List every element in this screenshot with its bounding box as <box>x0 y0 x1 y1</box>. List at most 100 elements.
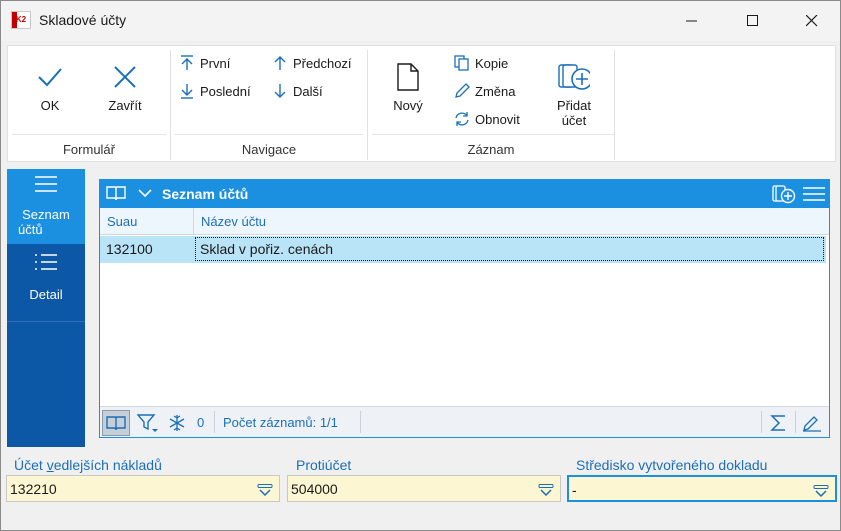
next-button[interactable]: Další <box>272 83 323 99</box>
group-label-navigace: Navigace <box>241 142 297 157</box>
refresh-button[interactable]: Obnovit <box>454 111 520 127</box>
close-label: Zavřít <box>108 98 142 113</box>
refresh-icon <box>454 111 470 127</box>
add-account-icon <box>558 60 590 94</box>
cell-suau: 132100 <box>106 241 153 257</box>
record-count: Počet záznamů: 1/1 <box>223 415 338 430</box>
filter-button[interactable] <box>136 410 160 436</box>
nav-label: Detail <box>29 287 63 302</box>
ok-button[interactable]: OK <box>28 60 72 113</box>
ribbon-group-navigace: První Poslední Předchozí Další Navigace <box>171 46 367 163</box>
footer-separator <box>360 411 361 433</box>
group-label-zaznam: Záznam <box>467 142 515 157</box>
next-label: Další <box>293 83 323 99</box>
label-part: Účet <box>14 457 47 473</box>
panel-title: Seznam účtů <box>162 186 249 202</box>
left-navigation: Seznam účtů Detail <box>7 169 85 447</box>
dropdown-icon[interactable] <box>813 484 829 500</box>
panel-header: Seznam účtů <box>100 180 829 208</box>
nav-item-account-list[interactable]: Seznam účtů <box>7 169 85 244</box>
ribbon-group-zaznam: Nový Kopie Změna Obnovit Přidat účet Záz… <box>368 46 614 163</box>
last-label: Poslední <box>200 83 251 99</box>
account-list-panel: Seznam účtů Suau Název účtu 132100 Sklad… <box>99 179 830 438</box>
first-button[interactable]: První <box>179 55 230 71</box>
label-part: edlejších nákladů <box>53 457 162 473</box>
first-label: První <box>200 55 231 71</box>
panel-footer: 0 Počet záznamů: 1/1 <box>100 406 829 437</box>
footer-separator <box>761 411 762 433</box>
maximize-icon <box>747 15 758 26</box>
arrow-down-icon <box>272 83 288 99</box>
label-accelerator: v <box>46 457 54 473</box>
group-label-formular: Formulář <box>62 142 115 157</box>
dropdown-icon[interactable] <box>257 483 273 499</box>
book-view-button[interactable] <box>102 410 130 436</box>
book-icon <box>106 416 126 431</box>
column-header-suau[interactable]: Suau <box>107 214 137 229</box>
copy-icon <box>454 55 470 71</box>
group-separator <box>614 50 615 160</box>
previous-label: Předchozí <box>293 55 352 71</box>
counter-account-value: 504000 <box>291 481 338 497</box>
grid-header: Suau Název účtu <box>100 208 829 235</box>
last-button[interactable]: Poslední <box>179 83 251 99</box>
minimize-button[interactable] <box>669 1 715 41</box>
nav-item-detail[interactable]: Detail <box>7 247 85 322</box>
ok-label: OK <box>40 98 60 113</box>
book-icon[interactable] <box>106 184 126 205</box>
group-divider <box>12 134 166 135</box>
secondary-costs-combo[interactable]: 132210 <box>6 475 280 502</box>
edit-button[interactable] <box>799 410 825 436</box>
ribbon-group-formular: OK Zavřít Formulář <box>8 46 170 163</box>
copy-button[interactable]: Kopie <box>454 55 508 71</box>
cell-account-name: Sklad v pořiz. cenách <box>195 237 824 261</box>
maximize-button[interactable] <box>730 1 776 41</box>
sum-button[interactable] <box>766 410 792 436</box>
new-label: Nový <box>393 98 423 113</box>
arrow-to-bottom-icon <box>179 83 195 99</box>
new-document-icon <box>392 60 424 94</box>
column-separator <box>193 236 194 263</box>
arrow-to-top-icon <box>179 55 195 71</box>
arrow-up-icon <box>272 55 288 71</box>
pencil-icon <box>803 416 821 432</box>
minimize-icon <box>686 20 697 22</box>
column-separator <box>193 208 194 235</box>
cost-center-label: Středisko vytvořeného dokladu <box>576 457 768 473</box>
change-label: Změna <box>475 83 516 99</box>
pencil-icon <box>454 83 470 99</box>
title-bar: K2 Skladové účty <box>1 1 840 41</box>
snowflake-button[interactable] <box>166 410 188 436</box>
window-title: Skladové účty <box>39 12 127 28</box>
checkmark-icon <box>34 60 66 94</box>
close-window-button[interactable] <box>789 1 835 41</box>
add-account-label-1: Přidat <box>557 98 591 113</box>
dropdown-icon[interactable] <box>538 483 554 499</box>
ribbon: OK Zavřít Formulář První Poslední Předch… <box>7 45 836 162</box>
add-account-button[interactable]: Přidat účet <box>548 60 600 128</box>
nav-label: účtů <box>18 222 43 237</box>
chevron-down-icon[interactable] <box>138 186 152 202</box>
previous-button[interactable]: Předchozí <box>272 55 352 71</box>
counter-account-combo[interactable]: 504000 <box>287 475 561 502</box>
change-button[interactable]: Změna <box>454 83 515 99</box>
hamburger-menu-icon[interactable] <box>802 184 826 207</box>
add-account-header-icon[interactable] <box>772 184 796 207</box>
window: K2 Skladové účty OK Zavřít Formulář Prvn… <box>0 0 841 531</box>
secondary-costs-label: Účet vedlejších nákladů <box>14 457 162 473</box>
filter-icon <box>137 414 158 432</box>
new-button[interactable]: Nový <box>386 60 430 113</box>
footer-separator <box>795 411 796 433</box>
close-button[interactable]: Zavřít <box>100 60 150 113</box>
app-logo-text: K2 <box>15 15 27 24</box>
secondary-costs-value: 132210 <box>10 481 57 497</box>
cost-center-value: - <box>572 482 577 498</box>
group-divider <box>175 134 363 135</box>
counter-account-label: Protiúčet <box>296 457 352 473</box>
table-row[interactable]: 132100 Sklad v pořiz. cenách <box>100 236 826 263</box>
cost-center-combo[interactable]: - <box>567 475 837 502</box>
close-x-icon <box>109 60 141 94</box>
column-header-account-name[interactable]: Název účtu <box>201 214 266 229</box>
refresh-label: Obnovit <box>475 111 520 127</box>
footer-separator <box>214 411 215 433</box>
